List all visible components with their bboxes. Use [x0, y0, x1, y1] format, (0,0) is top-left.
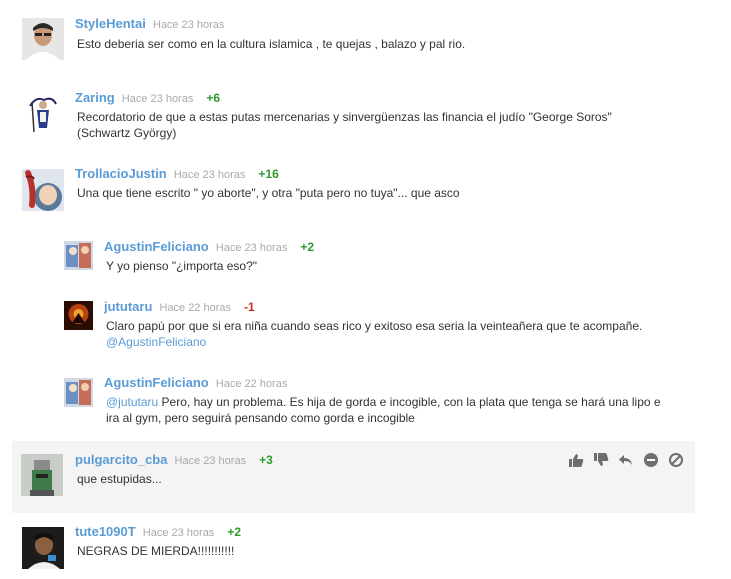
mention-link[interactable]: @AgustinFeliciano: [106, 335, 206, 349]
timestamp: Hace 23 horas: [174, 455, 247, 467]
timestamp: Hace 23 horas: [215, 242, 288, 254]
timestamp: Hace 23 horas: [152, 19, 225, 31]
username-link[interactable]: jututaru: [104, 299, 152, 314]
avatar[interactable]: [21, 454, 63, 496]
comment-header: jututaru Hace 22 horas -1: [104, 298, 255, 316]
timestamp: Hace 22 horas: [215, 378, 288, 390]
comment-text-line: Recordatorio de que a estas putas mercen…: [77, 110, 612, 124]
vote-score: -1: [244, 300, 255, 314]
username-link[interactable]: TrollacioJustin: [75, 166, 167, 181]
timestamp: Hace 23 horas: [173, 169, 246, 181]
comment-header: TrollacioJustin Hace 23 horas +16: [75, 165, 279, 183]
comment-text: que estupidas...: [77, 472, 162, 486]
vote-score: +3: [259, 453, 273, 467]
comment-header: tute1090T Hace 23 horas +2: [75, 523, 241, 541]
avatar[interactable]: [22, 92, 64, 134]
mention-link[interactable]: @jututaru: [106, 395, 158, 409]
comment-text: Una que tiene escrito " yo aborte", y ot…: [77, 186, 460, 200]
comment-actions: [568, 452, 684, 468]
vote-score: +2: [300, 240, 315, 254]
timestamp: Hace 23 horas: [121, 93, 194, 105]
avatar[interactable]: [64, 301, 93, 330]
username-link[interactable]: tute1090T: [75, 524, 136, 539]
comment: pulgarcito_cba Hace 23 horas +3 que estu…: [12, 441, 695, 513]
reply-icon[interactable]: [618, 452, 634, 468]
username-link[interactable]: pulgarcito_cba: [75, 452, 167, 467]
comment: StyleHentai Hace 23 horas Esto deberia s…: [0, 0, 731, 80]
hide-icon[interactable]: [643, 452, 659, 468]
comment-text-line: Claro papú por que si era niña cuando se…: [106, 319, 643, 333]
vote-score: +2: [227, 525, 242, 539]
vote-score: +16: [258, 167, 279, 181]
timestamp: Hace 23 horas: [142, 527, 215, 539]
comment-text-line: Pero, hay un problema. Es hija de gorda …: [158, 395, 661, 409]
report-icon[interactable]: [668, 452, 684, 468]
comment-text: Recordatorio de que a estas putas mercen…: [77, 109, 612, 141]
comment-thread: StyleHentai Hace 23 horas Esto deberia s…: [0, 0, 731, 579]
username-link[interactable]: AgustinFeliciano: [104, 375, 209, 390]
comment-header: Zaring Hace 23 horas +6: [75, 89, 220, 107]
comment-text: NEGRAS DE MIERDA!!!!!!!!!!!: [77, 544, 235, 558]
avatar[interactable]: [22, 527, 64, 569]
avatar[interactable]: [64, 378, 93, 407]
comment-text: @jututaru Pero, hay un problema. Es hija…: [106, 394, 661, 426]
thumbs-up-icon[interactable]: [568, 452, 584, 468]
comment-header: pulgarcito_cba Hace 23 horas +3: [75, 451, 273, 469]
reply-comment: AgustinFeliciano Hace 22 horas @jututaru…: [0, 370, 731, 440]
reply-comment: jututaru Hace 22 horas -1 Claro papú por…: [0, 290, 731, 370]
comment: tute1090T Hace 23 horas +2 NEGRAS DE MIE…: [0, 515, 731, 579]
thumbs-down-icon[interactable]: [593, 452, 609, 468]
avatar[interactable]: [22, 18, 64, 60]
reply-comment: AgustinFeliciano Hace 23 horas +2 Y yo p…: [0, 230, 731, 290]
comment-header: AgustinFeliciano Hace 22 horas: [104, 374, 287, 392]
comment: TrollacioJustin Hace 23 horas +16 Una qu…: [0, 160, 731, 230]
comment-text: Y yo pienso "¿importa eso?": [106, 259, 258, 273]
username-link[interactable]: Zaring: [75, 90, 115, 105]
comment-text-line: (Schwartz György): [77, 126, 177, 140]
comment-header: StyleHentai Hace 23 horas: [75, 15, 224, 33]
comment: Zaring Hace 23 horas +6 Recordatorio de …: [0, 80, 731, 160]
username-link[interactable]: StyleHentai: [75, 16, 146, 31]
comment-text-line: ira al gym, pero seguirá pensando como g…: [106, 411, 415, 425]
comment-header: AgustinFeliciano Hace 23 horas +2: [104, 238, 314, 256]
timestamp: Hace 22 horas: [159, 302, 231, 314]
username-link[interactable]: AgustinFeliciano: [104, 239, 209, 254]
avatar[interactable]: [22, 169, 64, 211]
comment-text: Claro papú por que si era niña cuando se…: [106, 318, 642, 350]
vote-score: +6: [206, 91, 221, 105]
avatar[interactable]: [64, 241, 93, 270]
comment-text: Esto deberia ser como en la cultura isla…: [77, 37, 466, 51]
